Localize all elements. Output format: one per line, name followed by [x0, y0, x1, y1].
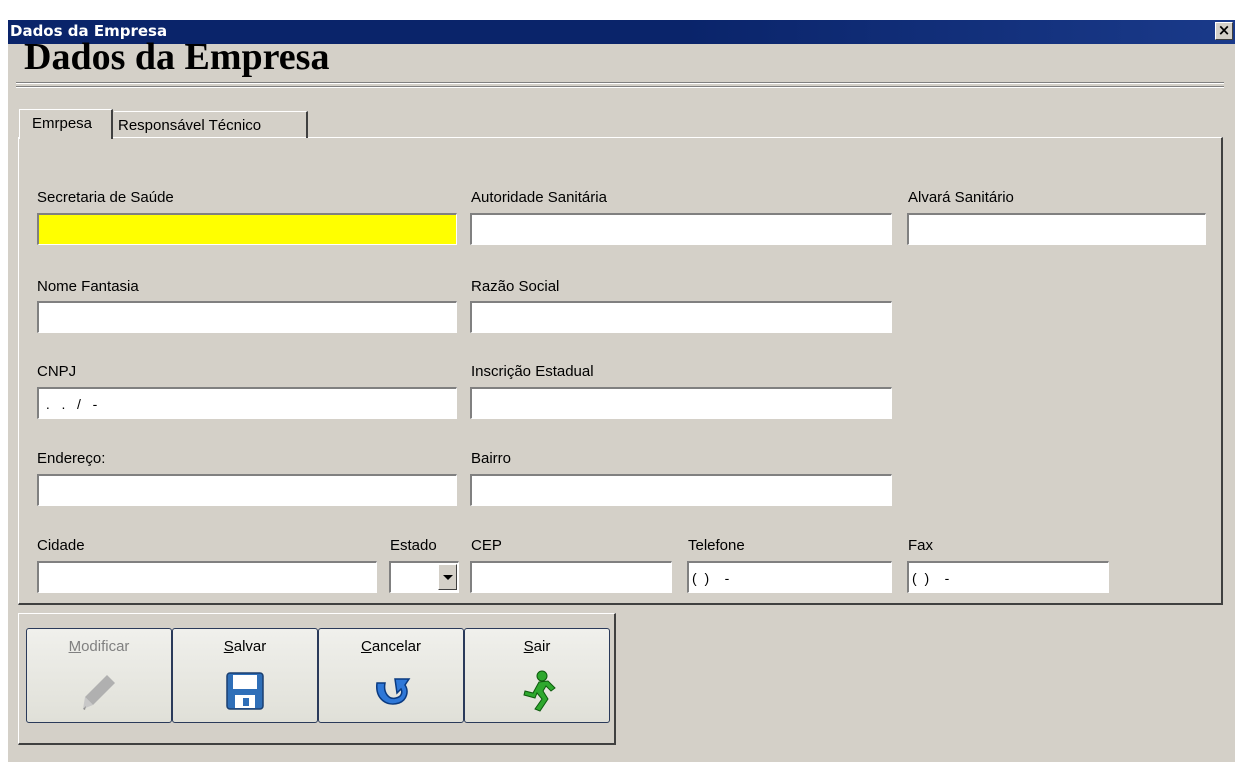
pencil-icon	[83, 675, 115, 710]
secretaria-input[interactable]	[37, 213, 457, 245]
estado-select[interactable]	[389, 561, 459, 593]
estado-label: Estado	[390, 537, 437, 554]
telefone-input[interactable]	[687, 561, 892, 593]
autoridade-input[interactable]	[470, 213, 892, 245]
modificar-label: Modificar	[68, 638, 130, 655]
nome-fantasia-label: Nome Fantasia	[37, 278, 139, 295]
razao-social-label: Razão Social	[471, 278, 560, 295]
fax-label: Fax	[908, 537, 934, 554]
alvara-input[interactable]	[907, 213, 1206, 245]
cancelar-label: Cancelar	[360, 638, 422, 655]
tab-panel	[18, 137, 1223, 605]
alvara-label: Alvará Sanitário	[908, 189, 1014, 206]
cnpj-label: CNPJ	[37, 363, 77, 380]
chevron-down-icon[interactable]	[438, 564, 457, 590]
title-divider	[16, 86, 1224, 88]
cep-label: CEP	[471, 537, 502, 554]
salvar-button[interactable]: Salvar	[172, 628, 318, 723]
salvar-label: Salvar	[223, 638, 267, 655]
cep-input[interactable]	[470, 561, 672, 593]
nome-fantasia-input[interactable]	[37, 301, 457, 333]
bairro-label: Bairro	[471, 450, 512, 467]
cidade-input[interactable]	[37, 561, 377, 593]
sair-button[interactable]: Sair	[464, 628, 610, 723]
razao-social-input[interactable]	[470, 301, 892, 333]
inscricao-label: Inscrição Estadual	[471, 363, 594, 380]
running-man-icon	[523, 670, 556, 712]
cidade-label: Cidade	[37, 537, 85, 554]
cnpj-input[interactable]	[37, 387, 457, 419]
page-title: Dados da Empresa	[24, 36, 330, 78]
secretaria-label: Secretaria de Saúde	[37, 189, 174, 206]
autoridade-label: Autoridade Sanitária	[471, 189, 607, 206]
inscricao-input[interactable]	[470, 387, 892, 419]
close-icon: ×	[1217, 21, 1231, 39]
endereco-input[interactable]	[37, 474, 457, 506]
tab-empresa[interactable]: Emrpesa	[19, 109, 113, 139]
floppy-disk-icon	[226, 672, 264, 710]
title-divider	[16, 82, 1224, 84]
close-button[interactable]: ×	[1215, 22, 1233, 40]
telefone-label: Telefone	[688, 537, 745, 554]
tab-responsavel-tecnico[interactable]: Responsável Técnico	[114, 111, 308, 138]
bairro-input[interactable]	[470, 474, 892, 506]
fax-input[interactable]	[907, 561, 1109, 593]
endereco-label: Endereço:	[37, 450, 106, 467]
cancelar-button[interactable]: Cancelar	[318, 628, 464, 723]
modificar-button[interactable]: Modificar	[26, 628, 172, 723]
sair-label: Sair	[523, 638, 551, 655]
undo-arrow-icon	[376, 678, 411, 705]
